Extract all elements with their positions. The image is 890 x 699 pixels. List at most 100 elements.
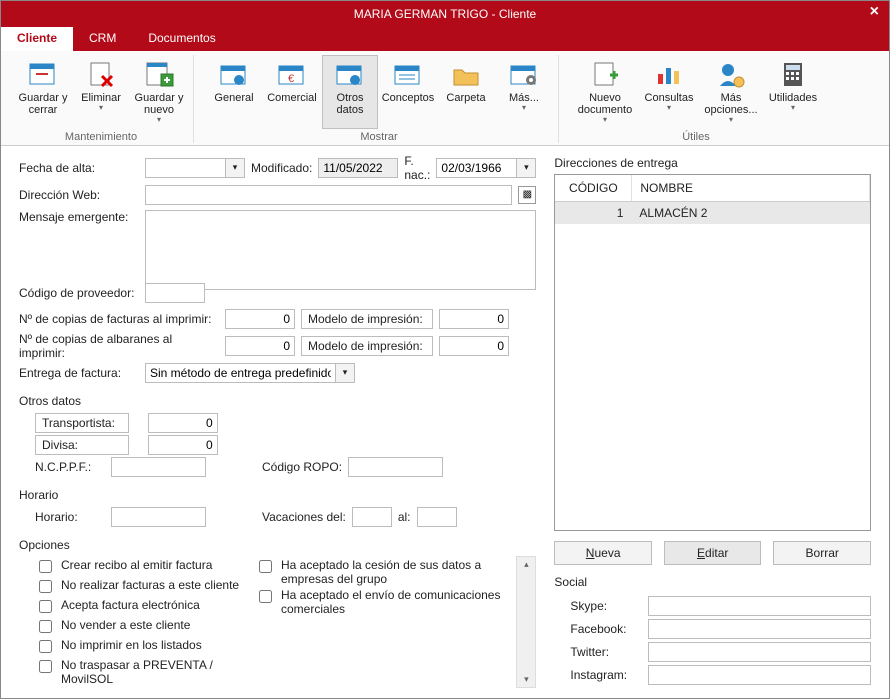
scroll-up-icon[interactable]: ▴ — [524, 559, 529, 570]
ribbon-group-mostrar: General €Comercial Otros datos Conceptos… — [200, 55, 559, 143]
fnac-dropdown-icon[interactable]: ▾ — [516, 158, 536, 178]
otros-datos-button[interactable]: Otros datos — [322, 55, 378, 129]
horario-label: Horario: — [35, 510, 105, 524]
direccion-web-input[interactable] — [145, 185, 512, 205]
codigo-proveedor-input[interactable] — [145, 283, 205, 303]
direccion-web-label: Dirección Web: — [19, 188, 139, 202]
svg-text:€: € — [288, 73, 294, 85]
folder-icon — [450, 58, 482, 90]
instagram-input[interactable] — [648, 665, 871, 685]
direcciones-entrega-title: Direcciones de entrega — [554, 156, 871, 170]
ncppf-label: N.C.P.P.F.: — [35, 460, 105, 474]
horario-section: Horario — [19, 488, 536, 502]
entrega-fact-dropdown-icon[interactable]: ▾ — [335, 363, 355, 383]
entrega-fact-label: Entrega de factura: — [19, 366, 139, 380]
options-scrollbar[interactable]: ▴▾ — [516, 556, 536, 688]
chk-no-facturas[interactable]: No realizar facturas a este cliente — [35, 578, 245, 596]
guardar-cerrar-button[interactable]: Guardar y cerrar — [15, 55, 71, 129]
grid-header: CÓDIGO NOMBRE — [555, 175, 870, 202]
chk-no-traspasar[interactable]: No traspasar a PREVENTA / MovilSOL — [35, 658, 245, 686]
cell-nombre: ALMACÉN 2 — [631, 202, 870, 224]
opciones-section: Opciones — [19, 538, 536, 552]
copias-alb-input[interactable] — [225, 336, 295, 356]
fecha-alta-input[interactable] — [145, 158, 225, 178]
social-section: Social — [554, 575, 871, 589]
mas-button[interactable]: Más...▾ — [496, 55, 552, 129]
fecha-alta-dropdown-icon[interactable]: ▾ — [225, 158, 245, 178]
direcciones-grid[interactable]: CÓDIGO NOMBRE 1 ALMACÉN 2 — [554, 174, 871, 531]
general-button[interactable]: General — [206, 55, 262, 129]
close-icon[interactable]: × — [870, 3, 879, 21]
modelo-imp-fact-label[interactable]: Modelo de impresión: — [301, 309, 433, 329]
tab-documentos[interactable]: Documentos — [132, 27, 231, 51]
divisa-input[interactable] — [148, 435, 218, 455]
conceptos-button[interactable]: Conceptos — [380, 55, 436, 129]
modelo-imp-alb-input[interactable] — [439, 336, 509, 356]
borrar-button[interactable]: Borrar — [773, 541, 871, 565]
skype-label: Skype: — [570, 599, 640, 613]
chk-crear-recibo[interactable]: Crear recibo al emitir factura — [35, 558, 245, 576]
qr-icon[interactable]: ▩ — [518, 186, 536, 204]
comercial-icon: € — [276, 58, 308, 90]
ncppf-input[interactable] — [111, 457, 206, 477]
titlebar: MARIA GERMAN TRIGO - Cliente × — [1, 1, 889, 27]
fnac-label: F. nac.: — [404, 154, 430, 182]
comercial-button[interactable]: €Comercial — [264, 55, 320, 129]
user-coins-icon — [715, 58, 747, 90]
cell-codigo: 1 — [555, 202, 631, 224]
consultas-button[interactable]: Consultas▾ — [641, 55, 697, 129]
editar-rest: ditar — [705, 546, 728, 560]
codigo-proveedor-label: Código de proveedor: — [19, 286, 139, 300]
skype-input[interactable] — [648, 596, 871, 616]
mensaje-label: Mensaje emergente: — [19, 210, 139, 224]
modelo-imp-fact-input[interactable] — [439, 309, 509, 329]
otros-datos-icon — [334, 58, 366, 90]
codigo-ropo-input[interactable] — [348, 457, 443, 477]
copias-fact-input[interactable] — [225, 309, 295, 329]
nuevo-documento-button[interactable]: Nuevo documento▾ — [571, 55, 639, 129]
eliminar-button[interactable]: Eliminar▾ — [73, 55, 129, 129]
guardar-nuevo-button[interactable]: Guardar y nuevo▾ — [131, 55, 187, 129]
grid-row[interactable]: 1 ALMACÉN 2 — [555, 202, 870, 224]
facebook-input[interactable] — [648, 619, 871, 639]
horario-input[interactable] — [111, 507, 206, 527]
transportista-input[interactable] — [148, 413, 218, 433]
chk-no-imprimir[interactable]: No imprimir en los listados — [35, 638, 245, 656]
vacaciones-al-input[interactable] — [417, 507, 457, 527]
utilidades-button[interactable]: Utilidades▾ — [765, 55, 821, 129]
chk-cesion-datos[interactable]: Ha aceptado la cesión de sus datos a emp… — [255, 558, 506, 586]
mensaje-input[interactable] — [145, 210, 536, 290]
transportista-label[interactable]: Transportista: — [35, 413, 129, 433]
general-icon — [218, 58, 250, 90]
chk-acepta-fe[interactable]: Acepta factura electrónica — [35, 598, 245, 616]
fnac-input[interactable] — [436, 158, 516, 178]
col-nombre[interactable]: NOMBRE — [632, 175, 870, 201]
ribbon-group-mantenimiento: Guardar y cerrar Eliminar▾ Guardar y nue… — [9, 55, 194, 143]
vacaciones-del-input[interactable] — [352, 507, 392, 527]
twitter-input[interactable] — [648, 642, 871, 662]
nueva-button[interactable]: Nueva — [554, 541, 652, 565]
right-column: Direcciones de entrega CÓDIGO NOMBRE 1 A… — [554, 156, 871, 688]
scroll-down-icon[interactable]: ▾ — [524, 674, 529, 685]
tab-cliente[interactable]: Cliente — [1, 27, 73, 51]
entrega-fact-select[interactable] — [145, 363, 335, 383]
group-caption-mostrar: Mostrar — [360, 131, 397, 143]
chk-com-comerc[interactable]: Ha aceptado el envío de comunicaciones c… — [255, 588, 506, 616]
col-codigo[interactable]: CÓDIGO — [555, 175, 632, 201]
chk-no-vender[interactable]: No vender a este cliente — [35, 618, 245, 636]
modelo-imp-alb-label[interactable]: Modelo de impresión: — [301, 336, 433, 356]
ribbon-group-utiles: Nuevo documento▾ Consultas▾ Más opciones… — [565, 55, 827, 143]
main-tabs: Cliente CRM Documentos — [1, 27, 889, 51]
group-caption-mantenimiento: Mantenimiento — [65, 131, 137, 143]
tab-crm[interactable]: CRM — [73, 27, 132, 51]
carpeta-button[interactable]: Carpeta — [438, 55, 494, 129]
window-title: MARIA GERMAN TRIGO - Cliente — [354, 7, 536, 21]
ribbon: Guardar y cerrar Eliminar▾ Guardar y nue… — [1, 51, 889, 146]
copias-fact-label: Nº de copias de facturas al imprimir: — [19, 312, 219, 326]
editar-button[interactable]: Editar — [664, 541, 762, 565]
mas-opciones-button[interactable]: Más opciones...▾ — [699, 55, 763, 129]
new-document-icon — [589, 58, 621, 90]
group-caption-utiles: Útiles — [682, 131, 710, 143]
divisa-label[interactable]: Divisa: — [35, 435, 129, 455]
twitter-label: Twitter: — [570, 645, 640, 659]
